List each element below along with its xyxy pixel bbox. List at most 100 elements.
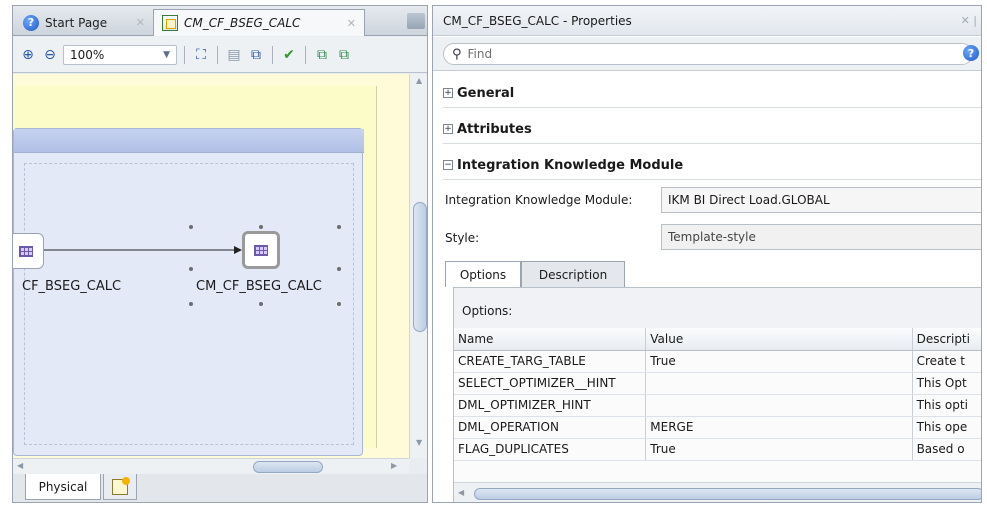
close-icon[interactable]: ✕ <box>347 17 356 30</box>
selection-handle[interactable] <box>337 267 341 271</box>
connector-arrow <box>28 246 242 254</box>
ikm-label: Integration Knowledge Module: <box>445 193 633 207</box>
selection-handle[interactable] <box>259 302 263 306</box>
selection-handle[interactable] <box>189 225 193 229</box>
ikm-tabs: Options Description <box>445 261 981 287</box>
find-input[interactable]: ⚲ Find <box>443 43 973 65</box>
tab-label: Physical <box>38 479 88 494</box>
editor-tabbar: ? Start Page ✕ CM_CF_BSEG_CALC ✕ <box>13 6 427 36</box>
expand-icon: + <box>443 124 453 134</box>
tab-options[interactable]: Options <box>445 261 521 287</box>
scroll-left-icon[interactable]: ◀ <box>17 461 23 470</box>
tab-start-page[interactable]: ? Start Page ✕ <box>15 9 153 36</box>
section-general[interactable]: + General <box>443 82 514 104</box>
scroll-thumb[interactable] <box>413 202 427 332</box>
divider <box>443 179 981 180</box>
search-icon: ⚲ <box>452 46 462 62</box>
zoom-in-icon[interactable]: ⊕ <box>19 46 37 64</box>
auto-layout-icon[interactable]: ⧉ <box>247 46 265 64</box>
scroll-down-icon[interactable]: ▼ <box>416 438 422 447</box>
fit-to-window-icon[interactable]: ⛶ <box>192 46 210 64</box>
tab-mapping[interactable]: CM_CF_BSEG_CALC ✕ <box>153 9 365 36</box>
diagram-icon <box>162 15 178 31</box>
target-group: CF_BSEG_CALC CM_CF_BSEG_CALC <box>13 86 377 456</box>
diagram-canvas[interactable]: CF_BSEG_CALC CM_CF_BSEG_CALC <box>13 74 409 458</box>
toolbar-separator <box>184 45 185 64</box>
scroll-right-icon[interactable]: ▶ <box>391 461 397 470</box>
option-name: DML_OPERATION <box>454 416 647 439</box>
option-name: DML_OPTIMIZER_HINT <box>454 394 647 417</box>
new-design-icon <box>112 476 130 495</box>
divider <box>443 143 981 144</box>
section-attributes[interactable]: + Attributes <box>443 118 532 140</box>
option-name: SELECT_OPTIMIZER__HINT <box>454 372 647 395</box>
option-value[interactable]: True <box>645 438 913 461</box>
diagram-toolbar: ⊕ ⊖ 100% ▼ ⛶ ▤ ⧉ ✔ ⧉ ⧉ <box>13 37 427 73</box>
toolbar-separator <box>217 45 218 64</box>
column-name[interactable]: Name <box>454 328 647 351</box>
tab-description[interactable]: Description <box>521 261 625 287</box>
source-datastore-node[interactable] <box>13 233 44 269</box>
close-icon[interactable]: ✕ | <box>961 14 977 27</box>
option-value[interactable]: True <box>645 350 913 373</box>
target-datastore-node[interactable] <box>242 231 280 269</box>
scroll-left-icon[interactable]: ◀ <box>458 488 464 497</box>
tab-list-button[interactable] <box>407 13 425 29</box>
paste-icon[interactable]: ⧉ <box>335 46 353 64</box>
table-row[interactable]: FLAG_DUPLICATES True Based o <box>454 438 981 461</box>
tab-physical[interactable]: Physical <box>25 474 101 500</box>
selection-handle[interactable] <box>337 302 341 306</box>
divider <box>443 107 981 108</box>
target-node-label: CM_CF_BSEG_CALC <box>196 279 322 294</box>
table-row[interactable]: SELECT_OPTIMIZER__HINT This Opt <box>454 372 981 395</box>
expand-icon: + <box>443 88 453 98</box>
help-icon[interactable]: ? <box>963 45 979 61</box>
option-value[interactable]: MERGE <box>645 416 913 439</box>
mapping-editor: ? Start Page ✕ CM_CF_BSEG_CALC ✕ ⊕ ⊖ 100… <box>12 5 428 503</box>
options-table: Name Value Descripti CREATE_TARG_TABLE T… <box>454 328 981 461</box>
validate-icon[interactable]: ✔ <box>280 46 298 64</box>
toolbar-separator <box>305 45 306 64</box>
zoom-select[interactable]: 100% ▼ <box>63 44 177 65</box>
view-tabs: Physical <box>13 474 427 502</box>
add-physical-design-tab[interactable] <box>103 474 137 500</box>
table-row[interactable]: DML_OPERATION MERGE This ope <box>454 416 981 439</box>
layout-icon[interactable]: ▤ <box>225 46 243 64</box>
scroll-thumb[interactable] <box>253 461 323 473</box>
column-description[interactable]: Descripti <box>912 328 981 351</box>
dataset-container: CF_BSEG_CALC CM_CF_BSEG_CALC <box>13 128 364 456</box>
table-row[interactable]: DML_OPTIMIZER_HINT This opti <box>454 394 981 417</box>
close-icon[interactable]: ✕ <box>136 16 145 29</box>
option-description: This opti <box>912 394 981 417</box>
scroll-up-icon[interactable]: ▲ <box>416 76 422 85</box>
find-placeholder: Find <box>467 47 493 61</box>
copy-icon[interactable]: ⧉ <box>313 46 331 64</box>
selection-handle[interactable] <box>337 225 341 229</box>
option-value[interactable] <box>645 394 913 417</box>
section-ikm[interactable]: − Integration Knowledge Module <box>443 154 683 176</box>
option-description: Create t <box>912 350 981 373</box>
column-value[interactable]: Value <box>645 328 913 351</box>
ikm-select[interactable]: IKM BI Direct Load.GLOBAL <box>661 187 981 213</box>
tab-label: Start Page <box>45 15 108 30</box>
section-title: General <box>457 85 515 101</box>
selection-handle[interactable] <box>189 267 193 271</box>
collapse-icon: − <box>443 160 453 170</box>
toolbar-separator <box>272 45 273 64</box>
zoom-out-icon[interactable]: ⊖ <box>41 46 59 64</box>
vertical-scrollbar[interactable]: ▲ ▼ <box>409 74 427 458</box>
options-panel: Options: Name Value Descripti CREATE_TAR… <box>453 287 981 502</box>
table-row[interactable]: CREATE_TARG_TABLE True Create t <box>454 350 981 373</box>
dataset-header <box>14 129 364 153</box>
option-value[interactable] <box>645 372 913 395</box>
find-bar: ⚲ Find ? <box>433 37 981 71</box>
panel-title: CM_CF_BSEG_CALC - Properties <box>443 13 632 28</box>
selection-handle[interactable] <box>189 302 193 306</box>
scroll-thumb[interactable] <box>474 488 981 500</box>
horizontal-scrollbar[interactable]: ◀ <box>454 482 981 502</box>
option-description: This Opt <box>912 372 981 395</box>
help-icon: ? <box>23 14 39 31</box>
selection-handle[interactable] <box>259 225 263 229</box>
horizontal-scrollbar[interactable]: ◀ ▶ <box>13 458 409 474</box>
option-name: CREATE_TARG_TABLE <box>454 350 647 373</box>
